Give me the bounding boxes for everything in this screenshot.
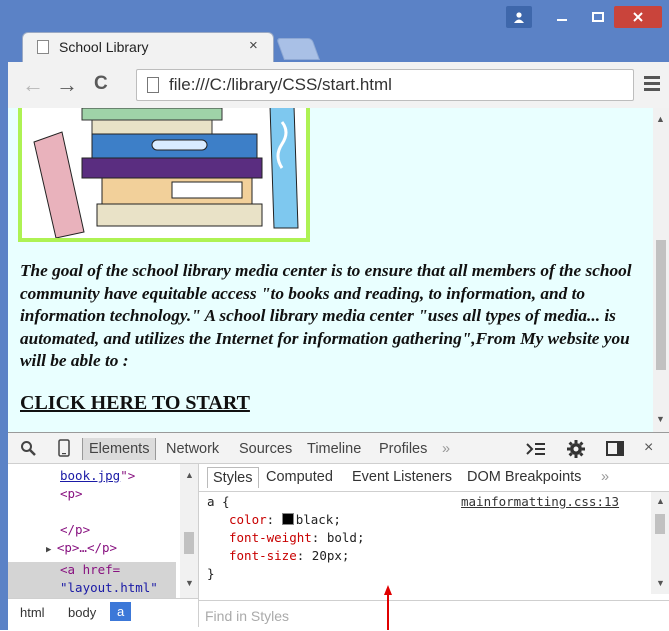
maximize-icon[interactable] <box>584 6 612 28</box>
user-icon[interactable] <box>506 6 532 28</box>
prop-color[interactable]: color: black; <box>229 512 341 527</box>
forward-icon[interactable]: → <box>56 72 78 98</box>
device-mode-icon[interactable] <box>58 439 70 462</box>
styles-scroll-up-icon[interactable]: ▲ <box>656 496 665 506</box>
dom-tag-end: "> <box>120 468 136 483</box>
tab-dom-breakpoints[interactable]: DOM Breakpoints <box>467 469 581 485</box>
back-icon[interactable]: ← <box>22 72 44 98</box>
dom-line-a-tag[interactable]: <a href= <box>60 562 120 577</box>
styles-scrollbar[interactable]: ▲ ▼ <box>651 492 669 594</box>
browser-toolbar: ← → C file:///C:/library/CSS/start.html <box>8 62 669 109</box>
tab-sources[interactable]: Sources <box>239 441 292 457</box>
dom-scroll-down-icon[interactable]: ▼ <box>185 578 194 588</box>
gear-icon[interactable] <box>566 439 586 464</box>
new-tab-button[interactable] <box>275 38 321 60</box>
address-bar[interactable]: file:///C:/library/CSS/start.html <box>136 69 634 101</box>
tab-event-listeners[interactable]: Event Listeners <box>352 469 452 485</box>
scroll-up-icon[interactable]: ▲ <box>656 114 665 124</box>
styles-scroll-down-icon[interactable]: ▼ <box>656 578 665 588</box>
page-scrollbar[interactable]: ▲ ▼ <box>653 108 669 432</box>
close-icon[interactable] <box>614 6 662 28</box>
prop-font-size[interactable]: font-size: 20px; <box>229 548 349 563</box>
prop-name: font-size <box>229 548 297 563</box>
devtools-panel: Elements Network Sources Timeline Profil… <box>8 432 669 631</box>
dom-attr-value: book.jpg <box>60 468 121 483</box>
devtools-toolbar: Elements Network Sources Timeline Profil… <box>8 432 669 464</box>
prop-value: 20px; <box>311 548 350 563</box>
minimize-icon[interactable] <box>548 6 576 28</box>
file-icon <box>147 77 159 93</box>
page-scroll-thumb[interactable] <box>656 240 666 370</box>
rule-selector[interactable]: a { <box>207 494 230 509</box>
dock-side-icon[interactable] <box>606 441 626 462</box>
tab-timeline[interactable]: Timeline <box>307 441 361 457</box>
reload-icon[interactable]: C <box>94 73 108 95</box>
click-here-link[interactable]: CLICK HERE TO START <box>20 392 250 415</box>
menu-icon[interactable] <box>644 76 660 92</box>
red-arrow-annotation <box>384 585 392 630</box>
dom-line-p-collapsed[interactable]: ▶ <p>…</p> <box>46 540 117 555</box>
tab-network[interactable]: Network <box>166 441 219 457</box>
styles-tab-bar: Styles Computed Event Listeners DOM Brea… <box>199 464 669 492</box>
inspect-search-icon[interactable] <box>20 440 36 461</box>
crumb-html[interactable]: html <box>20 605 45 620</box>
books-image <box>18 108 310 242</box>
dom-scrollbar[interactable]: ▲ ▼ <box>180 464 198 598</box>
crumb-a[interactable]: a <box>110 602 132 621</box>
crumb-body[interactable]: body <box>68 605 96 620</box>
find-in-styles-input[interactable]: Find in Styles <box>199 600 669 631</box>
dom-line-p-close[interactable]: </p> <box>60 522 90 537</box>
more-style-tabs-icon[interactable]: » <box>601 469 609 485</box>
rule-close: } <box>207 566 215 581</box>
tab-school-library[interactable]: School Library × <box>22 32 274 62</box>
dom-scroll-up-icon[interactable]: ▲ <box>185 470 194 480</box>
breadcrumb: html body a <box>8 598 199 627</box>
console-drawer-icon[interactable] <box>526 441 546 462</box>
rule-source-link[interactable]: mainformatting.css:13 <box>461 494 619 509</box>
css-rule: a { mainformatting.css:13 color: black; … <box>199 492 654 590</box>
tab-elements[interactable]: Elements <box>82 438 157 460</box>
tab-title: School Library <box>59 39 149 55</box>
close-devtools-icon[interactable]: × <box>644 439 653 457</box>
styles-scroll-thumb[interactable] <box>655 514 665 534</box>
styles-pane: Styles Computed Event Listeners DOM Brea… <box>199 464 669 631</box>
intro-paragraph: The goal of the school library media cen… <box>20 261 632 370</box>
prop-name: font-weight <box>229 530 312 545</box>
page-icon <box>37 40 49 54</box>
dom-tree-pane: book.jpg"> <p> </p> ▶ <p>…</p> <a href= … <box>8 464 199 598</box>
tab-computed[interactable]: Computed <box>266 469 333 485</box>
prop-font-weight[interactable]: font-weight: bold; <box>229 530 365 545</box>
prop-value: bold; <box>326 530 365 545</box>
scroll-down-icon[interactable]: ▼ <box>656 414 665 424</box>
prop-name: color <box>229 512 267 527</box>
find-placeholder: Find in Styles <box>205 608 290 624</box>
more-tabs-icon[interactable]: » <box>442 441 450 457</box>
dom-a-open: <a href= <box>60 562 121 577</box>
color-swatch[interactable] <box>281 513 294 525</box>
tab-styles[interactable]: Styles <box>207 467 259 488</box>
dom-line-img-src[interactable]: book.jpg"> <box>60 468 135 483</box>
url-text: file:///C:/library/CSS/start.html <box>169 75 392 94</box>
dom-line-href[interactable]: "layout.html" <box>60 580 158 595</box>
tab-profiles[interactable]: Profiles <box>379 441 427 457</box>
prop-value: black; <box>295 512 341 527</box>
dom-scroll-thumb[interactable] <box>184 532 194 554</box>
expand-triangle-icon[interactable]: ▶ <box>46 545 57 555</box>
dom-line-p-open[interactable]: <p> <box>60 486 83 501</box>
dom-p-tag: <p>…</p> <box>56 540 118 555</box>
tab-close-icon[interactable]: × <box>249 37 258 54</box>
page-viewport: The goal of the school library media cen… <box>8 108 653 432</box>
